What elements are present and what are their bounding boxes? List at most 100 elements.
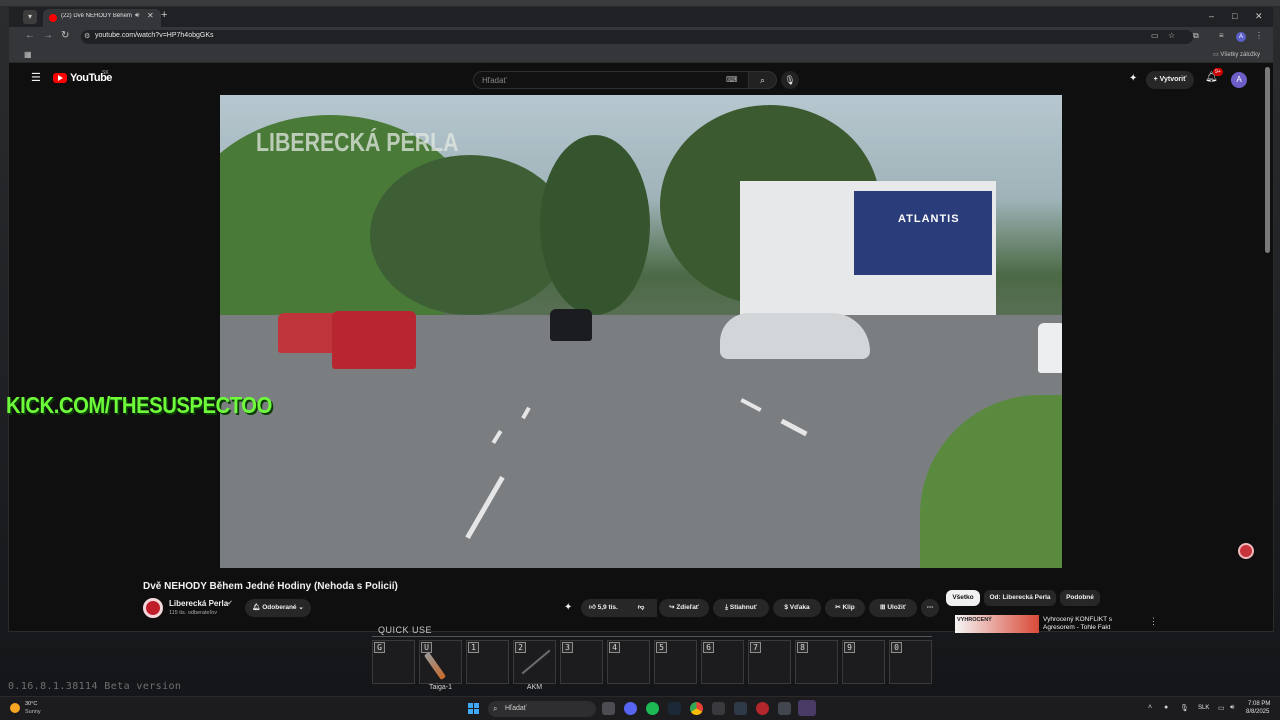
clip-button[interactable]: ✂ Klip	[825, 599, 865, 617]
extensions-icon[interactable]: ⧉	[1193, 31, 1199, 41]
tab-strip: ▾ (22) Dvě NEHODY Během J 🔊︎ ✕ + – □ ✕	[9, 7, 1273, 27]
share-button[interactable]: ↪ Zdieľať	[659, 599, 709, 617]
taskbar-search-input[interactable]: ⌕ Hľadať	[488, 701, 596, 717]
youtube-favicon-icon	[49, 14, 57, 22]
chip-all[interactable]: Všetko	[946, 590, 980, 606]
apps-grid-icon[interactable]: ▦	[24, 50, 32, 59]
thumbs-up-icon: 👍︎	[589, 604, 598, 611]
chip-from-channel[interactable]: Od: Liberecká Perla	[984, 590, 1056, 606]
channel-name[interactable]: Liberecká Perla	[169, 599, 228, 608]
bookmark-star-icon[interactable]: ☆	[1168, 31, 1175, 40]
network-icon[interactable]: ▭	[1218, 704, 1225, 712]
active-app-icon[interactable]	[798, 700, 816, 716]
clock-time[interactable]: 7:08 PM	[1248, 701, 1270, 707]
back-arrow-icon[interactable]: ←	[25, 30, 35, 41]
video-player[interactable]: ATLANTIS LIBERECKÁ PERLA	[220, 95, 1062, 568]
clock-date[interactable]: 8/8/2025	[1246, 709, 1269, 715]
steam-icon[interactable]	[668, 702, 681, 715]
quick-use-slot[interactable]: G	[372, 640, 415, 684]
quick-use-slot[interactable]: 1	[466, 640, 509, 684]
download-button[interactable]: ⤓ Stiahnuť	[713, 599, 769, 617]
quick-use-slot[interactable]: 9	[842, 640, 885, 684]
youtube-logo-icon[interactable]	[53, 73, 67, 83]
window-maximize-button[interactable]: □	[1232, 11, 1237, 21]
thanks-label: Vďaka	[789, 604, 810, 611]
tab-close-icon[interactable]: ✕	[147, 11, 154, 20]
ask-sparkle-icon[interactable]: ✦	[564, 602, 572, 613]
window-close-button[interactable]: ✕	[1255, 11, 1263, 22]
weather-temperature[interactable]: 30°C	[25, 701, 37, 707]
browser-menu-icon[interactable]: ⋮	[1255, 31, 1263, 40]
browser-profile-avatar[interactable]: A	[1236, 32, 1246, 42]
app-icon-4[interactable]	[778, 702, 791, 715]
record-indicator-icon[interactable]	[1238, 543, 1254, 559]
url-text: youtube.com/watch?v=HP7h4obgGKs	[95, 32, 214, 39]
gemini-sparkle-icon[interactable]: ✦	[1129, 73, 1137, 84]
address-bar[interactable]: ⚙ youtube.com/watch?v=HP7h4obgGKs	[81, 30, 1193, 44]
youtube-account-avatar[interactable]: A	[1231, 72, 1247, 88]
rifle-item-icon	[521, 649, 551, 675]
input-language[interactable]: SLK	[1198, 705, 1209, 711]
quick-use-slot[interactable]: 5	[654, 640, 697, 684]
app-icon-3[interactable]	[756, 702, 769, 715]
all-bookmarks-link[interactable]: ▭ Všetky záložky	[1213, 51, 1260, 58]
subscribed-button[interactable]: 🔔︎ Odoberané ⌄	[245, 599, 311, 617]
spotify-icon[interactable]	[646, 702, 659, 715]
thanks-button[interactable]: $ Vďaka	[773, 599, 821, 617]
sun-icon[interactable]	[10, 703, 20, 713]
youtube-search-input[interactable]: Hľadať ⌨	[473, 71, 749, 89]
save-button[interactable]: ⊞ Uložiť	[869, 599, 917, 617]
quick-use-slot[interactable]: 6	[701, 640, 744, 684]
page-scrollbar[interactable]	[1265, 67, 1270, 253]
quick-use-slot[interactable]: 8	[795, 640, 838, 684]
cast-icon[interactable]: ▭	[1151, 31, 1159, 40]
search-icon[interactable]: ⌕	[749, 71, 777, 89]
forward-arrow-icon[interactable]: →	[43, 30, 53, 41]
related-video-title[interactable]: Vyhrocený KONFLIKT s Agresorem - Tohle F…	[1043, 616, 1143, 632]
tab-audio-icon[interactable]: 🔊︎	[135, 12, 139, 20]
hamburger-menu-icon[interactable]: ☰	[31, 71, 41, 84]
task-view-icon[interactable]	[602, 702, 615, 715]
tab-search-chevron-icon[interactable]: ▾	[23, 10, 37, 24]
quick-use-slot[interactable]: 7	[748, 640, 791, 684]
slot-hotkey: 0	[891, 642, 902, 653]
video-car-white-edge	[1038, 323, 1062, 373]
bookmarks-bar: ▦ ▭ Všetky záložky	[9, 47, 1273, 63]
quick-use-slot[interactable]: 0	[889, 640, 932, 684]
tray-app-icon[interactable]: ●	[1164, 704, 1168, 711]
window-minimize-button[interactable]: –	[1209, 11, 1214, 21]
all-bookmarks-label: Všetky záložky	[1220, 52, 1261, 58]
slot-hotkey: 4	[609, 642, 620, 653]
browser-tab-youtube[interactable]: (22) Dvě NEHODY Během J 🔊︎ ✕	[43, 9, 161, 27]
new-tab-button[interactable]: +	[161, 9, 167, 21]
site-info-icon[interactable]: ⚙	[84, 32, 90, 40]
slot-hotkey: 8	[797, 642, 808, 653]
quick-use-slot[interactable]: 3	[560, 640, 603, 684]
discord-icon[interactable]	[624, 702, 637, 715]
chip-related[interactable]: Podobné	[1060, 590, 1100, 606]
app-icon-2[interactable]	[734, 702, 747, 715]
channel-avatar[interactable]	[143, 598, 163, 618]
volume-icon[interactable]: 🔊︎	[1230, 704, 1234, 712]
chrome-icon[interactable]	[690, 702, 703, 715]
related-video-thumbnail[interactable]: VYHROCENÝ	[955, 615, 1039, 633]
create-button[interactable]: + Vytvoriť	[1146, 71, 1194, 89]
more-actions-icon[interactable]: ⋯	[921, 599, 939, 617]
quick-use-slot[interactable]: U	[419, 640, 462, 684]
slot-item-name: Taiga-1	[429, 684, 452, 691]
quick-use-slot[interactable]: 4	[607, 640, 650, 684]
related-more-icon[interactable]: ⋮	[1149, 616, 1158, 627]
microphone-icon[interactable]: 🎙︎	[781, 71, 799, 89]
windows-start-icon[interactable]	[468, 703, 480, 715]
app-icon[interactable]	[712, 702, 725, 715]
keyboard-icon[interactable]: ⌨	[726, 75, 738, 84]
tray-mic-icon[interactable]: 🎙︎	[1180, 704, 1189, 712]
dislike-button[interactable]: 👎︎	[629, 599, 653, 617]
weather-description[interactable]: Sunny	[25, 709, 41, 715]
thumbs-down-icon: 👎︎	[637, 604, 645, 611]
tray-chevron-up-icon[interactable]: ˄	[1148, 704, 1152, 711]
reload-icon[interactable]: ↻	[61, 30, 69, 41]
search-icon: ⌕	[493, 704, 498, 713]
media-controls-icon[interactable]: ≡	[1219, 31, 1224, 40]
quick-use-slot[interactable]: 2	[513, 640, 556, 684]
